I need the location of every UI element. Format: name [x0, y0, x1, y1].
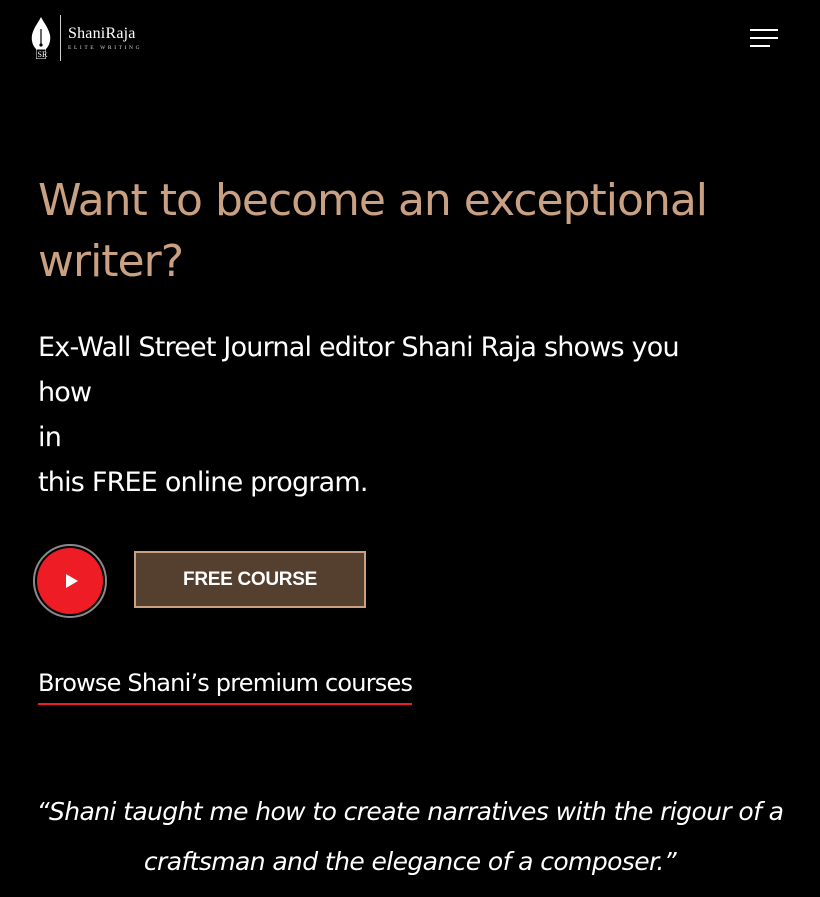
testimonial-line-2: craftsman and the elegance of a composer… — [143, 847, 677, 876]
logo-text: ShaniRaja ELITE WRITING — [68, 25, 142, 52]
menu-line — [750, 37, 778, 39]
testimonial-line-1: “Shani taught me how to create narrative… — [36, 797, 784, 826]
hero-title-line-2: writer? — [38, 236, 184, 287]
page: SR ShaniRaja ELITE WRITING Want to becom… — [0, 0, 820, 897]
browse-premium-courses-link[interactable]: Browse Shani’s premium courses — [38, 666, 413, 705]
hero-subtitle-line-2: in — [38, 422, 62, 453]
play-video-button[interactable] — [33, 544, 107, 618]
free-course-button[interactable]: FREE COURSE — [134, 551, 366, 608]
play-icon — [66, 574, 78, 588]
hero-title-line-1: Want to become an exceptional — [38, 175, 708, 226]
hero-subtitle: Ex-Wall Street Journal editor Shani Raja… — [38, 325, 738, 505]
logo-tagline: ELITE WRITING — [68, 44, 143, 51]
play-button-circle — [37, 548, 103, 614]
free-course-label: FREE COURSE — [183, 568, 317, 590]
menu-line — [750, 45, 770, 47]
logo-name: ShaniRaja — [68, 24, 136, 42]
hero-title: Want to become an exceptional writer? — [38, 170, 758, 292]
hamburger-menu-icon[interactable] — [750, 29, 778, 49]
hero-subtitle-line-1: Ex-Wall Street Journal editor Shani Raja… — [38, 332, 680, 408]
logo-divider — [60, 15, 61, 61]
menu-line — [750, 29, 778, 31]
site-logo[interactable]: SR ShaniRaja ELITE WRITING — [28, 14, 142, 62]
hero-subtitle-line-3: this FREE online program. — [38, 467, 368, 498]
pen-nib-logo-icon: SR — [31, 17, 51, 59]
logo-monogram: SR — [38, 50, 48, 59]
testimonial-quote: “Shani taught me how to create narrative… — [30, 787, 790, 887]
